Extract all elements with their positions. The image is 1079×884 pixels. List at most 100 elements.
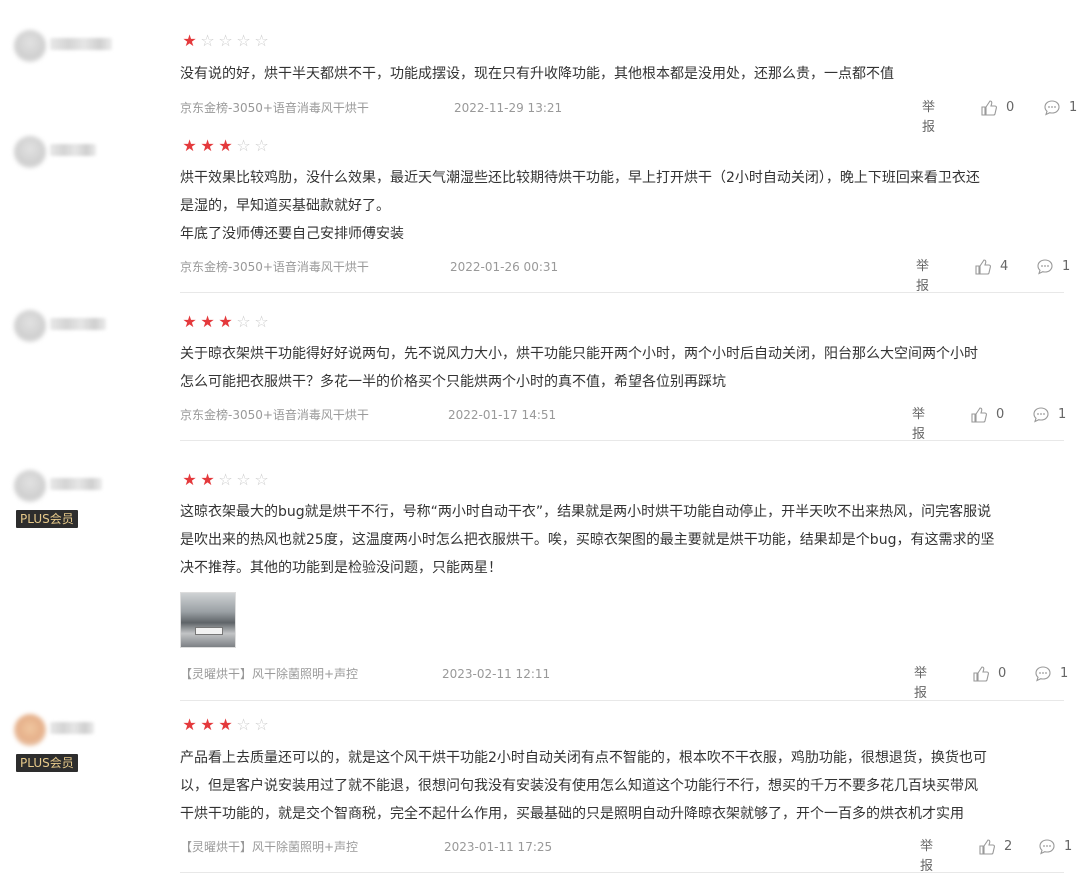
like-count: 2: [1004, 839, 1013, 854]
blurred-username: [50, 722, 94, 734]
star-empty-icon: ☆: [236, 715, 251, 734]
reply-count: 1: [1060, 666, 1069, 681]
product-spec: 【灵曜烘干】风干除菌照明+声控: [180, 840, 359, 854]
avatar[interactable]: [14, 136, 46, 168]
report-link[interactable]: 举报: [916, 257, 929, 297]
blurred-username: [50, 38, 112, 50]
comment-bubble-icon: [1044, 100, 1060, 116]
star-filled-icon: ★: [200, 470, 215, 489]
like-button[interactable]: 0: [970, 405, 1004, 425]
thumbs-up-icon: [973, 666, 989, 682]
review-meta: 【灵曜烘干】风干除菌照明+声控 2023-02-11 12:11 举报 0 1: [180, 664, 1070, 701]
reply-count: 1: [1062, 259, 1071, 274]
review-meta: 京东金榜-3050+语音消毒风干烘干 2022-01-17 14:51 举报 0…: [180, 405, 1070, 442]
review-meta: 京东金榜-3050+语音消毒风干烘干 2022-01-26 00:31 举报 4…: [180, 257, 1070, 294]
plus-member-badge: PLUS会员: [16, 510, 78, 528]
review-date: 2022-01-26 00:31: [450, 260, 559, 274]
star-filled-icon: ★: [182, 470, 197, 489]
user-info: [14, 26, 134, 62]
like-button[interactable]: 4: [974, 257, 1008, 277]
star-empty-icon: ☆: [254, 312, 269, 331]
star-filled-icon: ★: [182, 136, 197, 155]
star-filled-icon: ★: [218, 715, 233, 734]
star-filled-icon: ★: [200, 715, 215, 734]
avatar[interactable]: [14, 30, 46, 62]
star-empty-icon: ☆: [254, 715, 269, 734]
star-empty-icon: ☆: [236, 312, 251, 331]
reply-button[interactable]: 1: [1036, 257, 1070, 277]
review-date: 2023-02-11 12:11: [442, 667, 551, 681]
star-empty-icon: ☆: [218, 470, 233, 489]
star-empty-icon: ☆: [254, 470, 269, 489]
avatar[interactable]: [14, 310, 46, 342]
review-content: 这晾衣架最大的bug就是烘干不行，号称“两小时自动干衣”，结果就是两小时烘干功能…: [180, 504, 995, 576]
reply-button[interactable]: 1: [1034, 664, 1068, 684]
comment-bubble-icon: [1039, 839, 1055, 855]
star-filled-icon: ★: [200, 312, 215, 331]
product-spec: 【灵曜烘干】风干除菌照明+声控: [180, 667, 359, 681]
like-button[interactable]: 0: [980, 98, 1014, 118]
star-rating: ★ ★ ☆ ☆ ☆: [181, 471, 270, 489]
photo-detail: [195, 627, 223, 635]
review-date: 2023-01-11 17:25: [444, 840, 553, 854]
like-button[interactable]: 0: [972, 664, 1006, 684]
comment-bubble-icon: [1035, 666, 1051, 682]
star-rating: ★ ★ ★ ☆ ☆: [181, 716, 270, 734]
star-empty-icon: ☆: [254, 31, 269, 50]
review-divider: [180, 292, 1064, 293]
reply-count: 1: [1064, 839, 1073, 854]
review-content: 产品看上去质量还可以的，就是这个风干烘干功能2小时自动关闭有点不智能的，根本吹不…: [180, 750, 987, 822]
comment-bubble-icon: [1037, 259, 1053, 275]
review-content: 关于晾衣架烘干功能得好好说两句，先不说风力大小，烘干功能只能开两个小时，两个小时…: [180, 346, 978, 390]
report-link[interactable]: 举报: [922, 98, 935, 138]
like-count: 0: [1006, 100, 1015, 115]
avatar[interactable]: [14, 470, 46, 502]
report-link[interactable]: 举报: [912, 405, 925, 445]
user-info: [14, 132, 134, 168]
like-count: 4: [1000, 259, 1009, 274]
report-link[interactable]: 举报: [914, 664, 927, 704]
like-count: 0: [996, 407, 1005, 422]
review-meta: 【灵曜烘干】风干除菌照明+声控 2023-01-11 17:25 举报 2 1: [180, 837, 1072, 874]
star-rating: ★ ☆ ☆ ☆ ☆: [181, 32, 270, 50]
user-info: PLUS会员: [14, 466, 134, 528]
review-date: 2022-01-17 14:51: [448, 408, 557, 422]
review-content: 烘干效果比较鸡肋，没什么效果，最近天气潮湿些还比较期待烘干功能，早上打开烘干（2…: [180, 170, 980, 242]
user-info: PLUS会员: [14, 710, 134, 772]
blurred-username: [50, 478, 102, 490]
blurred-username: [50, 144, 96, 156]
star-empty-icon: ☆: [236, 136, 251, 155]
reply-count: 1: [1069, 100, 1078, 115]
star-filled-icon: ★: [182, 312, 197, 331]
comment-bubble-icon: [1033, 407, 1049, 423]
blurred-username: [50, 318, 106, 330]
avatar[interactable]: [14, 714, 46, 746]
star-filled-icon: ★: [182, 31, 197, 50]
review-divider: [180, 872, 1064, 873]
reply-button[interactable]: 1: [1032, 405, 1066, 425]
plus-member-badge: PLUS会员: [16, 754, 78, 772]
like-button[interactable]: 2: [978, 837, 1012, 857]
thumbs-up-icon: [971, 407, 987, 423]
reply-count: 1: [1058, 407, 1067, 422]
star-empty-icon: ☆: [218, 31, 233, 50]
star-empty-icon: ☆: [200, 31, 215, 50]
user-info: [14, 306, 134, 342]
review-date: 2022-11-29 13:21: [454, 101, 563, 115]
reply-button[interactable]: 1: [1043, 98, 1077, 118]
star-empty-icon: ☆: [236, 470, 251, 489]
star-empty-icon: ☆: [254, 136, 269, 155]
star-filled-icon: ★: [218, 136, 233, 155]
thumbs-up-icon: [975, 259, 991, 275]
report-link[interactable]: 举报: [920, 837, 933, 877]
star-filled-icon: ★: [182, 715, 197, 734]
product-spec: 京东金榜-3050+语音消毒风干烘干: [180, 408, 369, 422]
thumbs-up-icon: [979, 839, 995, 855]
star-filled-icon: ★: [218, 312, 233, 331]
review-divider: [180, 700, 1064, 701]
star-empty-icon: ☆: [236, 31, 251, 50]
reply-button[interactable]: 1: [1038, 837, 1072, 857]
review-photo-thumbnail[interactable]: [180, 592, 236, 648]
review-divider: [180, 440, 1064, 441]
star-rating: ★ ★ ★ ☆ ☆: [181, 313, 270, 331]
